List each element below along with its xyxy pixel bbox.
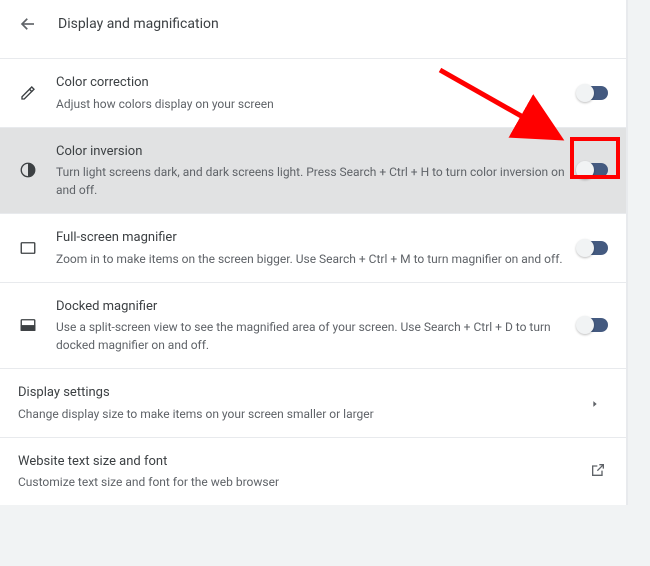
row-title: Color correction xyxy=(56,73,568,93)
toggle-color-correction[interactable] xyxy=(578,86,608,100)
toggle-color-inversion[interactable] xyxy=(578,163,608,177)
toggle-docked-magnifier[interactable] xyxy=(578,318,608,332)
toggle-fullscreen-magnifier[interactable] xyxy=(578,241,608,255)
page-title: Display and magnification xyxy=(58,16,219,32)
row-desc: Adjust how colors display on your screen xyxy=(56,95,568,113)
row-desc: Change display size to make items on you… xyxy=(18,405,580,423)
back-arrow-icon[interactable] xyxy=(18,14,38,34)
docked-icon xyxy=(18,315,38,335)
row-color-inversion[interactable]: Color inversion Turn light screens dark,… xyxy=(0,127,626,214)
contrast-circle-icon xyxy=(18,160,38,180)
row-title: Website text size and font xyxy=(18,452,580,472)
row-title: Color inversion xyxy=(56,142,568,162)
fullscreen-icon xyxy=(18,238,38,258)
row-desc: Zoom in to make items on the screen bigg… xyxy=(56,250,568,268)
row-fullscreen-magnifier[interactable]: Full-screen magnifier Zoom in to make it… xyxy=(0,213,626,282)
open-external-icon xyxy=(590,462,608,480)
row-title: Docked magnifier xyxy=(56,297,568,317)
row-desc: Use a split-screen view to see the magni… xyxy=(56,318,568,354)
row-desc: Turn light screens dark, and dark screen… xyxy=(56,163,568,199)
row-color-correction[interactable]: Color correction Adjust how colors displ… xyxy=(0,58,626,127)
chevron-right-icon xyxy=(590,394,608,412)
row-title: Display settings xyxy=(18,383,580,403)
row-desc: Customize text size and font for the web… xyxy=(18,473,580,491)
row-docked-magnifier[interactable]: Docked magnifier Use a split-screen view… xyxy=(0,282,626,369)
row-title: Full-screen magnifier xyxy=(56,228,568,248)
row-website-text[interactable]: Website text size and font Customize tex… xyxy=(0,437,626,506)
row-display-settings[interactable]: Display settings Change display size to … xyxy=(0,368,626,437)
eyedropper-icon xyxy=(18,83,38,103)
